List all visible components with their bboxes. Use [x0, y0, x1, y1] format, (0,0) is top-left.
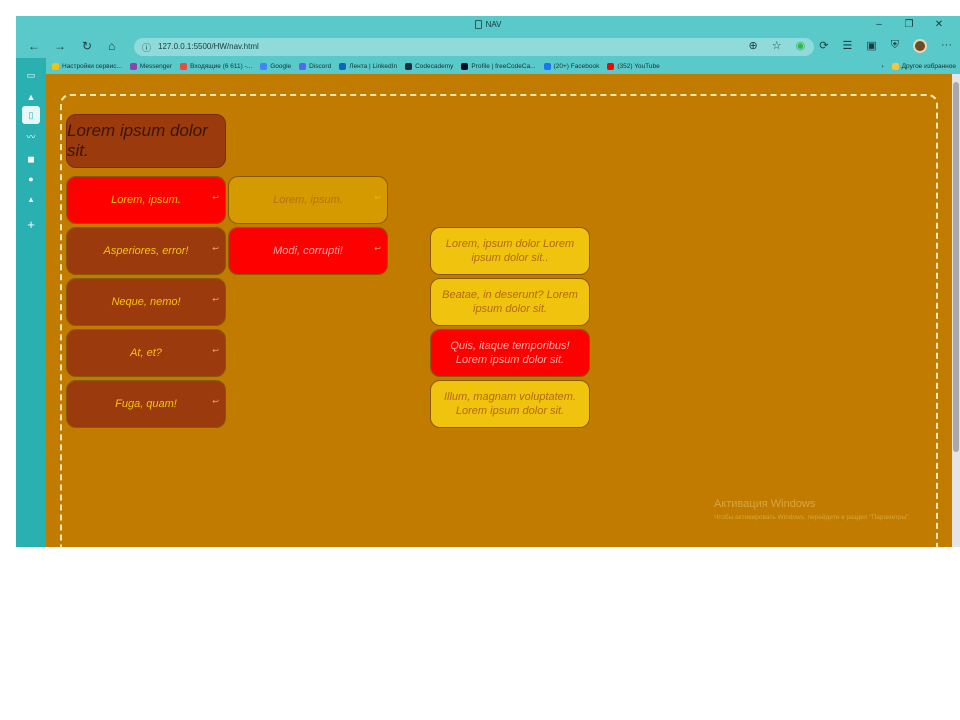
bookmarks-bar: Настройки сервис... Messenger Входящие (… — [46, 58, 960, 74]
nav-item[interactable]: Asperiores, error! ↩ — [66, 227, 226, 275]
doc-icon[interactable]: ▯ — [22, 106, 40, 124]
bookmark-icon — [461, 62, 469, 70]
bookmark-icon — [299, 62, 307, 70]
submenu-arrow-icon: ↩ — [212, 295, 219, 304]
minimize-button[interactable]: – — [864, 19, 894, 30]
windows-activation-watermark: Активация Windows Чтобы активировать Win… — [714, 498, 911, 521]
tabs-icon[interactable]: ▭ — [24, 68, 38, 82]
github-icon[interactable]: ● — [24, 172, 38, 186]
submenu-arrow-icon: ↩ — [212, 346, 219, 355]
back-button[interactable]: ← — [28, 39, 40, 53]
bookmark-icon — [52, 62, 59, 70]
url-text: 127.0.0.1:5500/HW/nav.html — [158, 42, 259, 51]
bookmark-icon — [543, 62, 551, 70]
bookmark-icon — [260, 62, 268, 70]
menu-button[interactable]: ··· — [941, 39, 952, 53]
bookmark-item[interactable]: Profile | freeCodeCa... — [461, 62, 536, 70]
extension-icon[interactable]: ◉ — [796, 39, 806, 53]
page-content: Lorem ipsum dolor sit. Lorem, ipsum. ↩ As… — [46, 74, 952, 547]
folder-icon — [891, 62, 899, 70]
sub-submenu-item[interactable]: Quis, itaque temporibus! Lorem ipsum dol… — [430, 329, 590, 377]
home-button[interactable]: ⌂ — [108, 39, 115, 53]
add-icon[interactable]: + — [24, 218, 38, 232]
bookmark-item[interactable]: Messenger — [129, 62, 172, 70]
bookmark-item[interactable]: Google — [260, 62, 291, 70]
zoom-icon[interactable]: ⊕ — [749, 39, 758, 53]
nav-item[interactable]: Lorem, ipsum. ↩ — [66, 176, 226, 224]
scrollbar-thumb[interactable] — [953, 82, 959, 452]
nav-item[interactable]: Fuga, quam! ↩ — [66, 380, 226, 428]
drive-icon[interactable]: ▴ — [24, 192, 38, 206]
submenu-arrow-icon: ↩ — [212, 397, 219, 406]
bookmark-icon — [405, 62, 413, 70]
sub-submenu-item[interactable]: Lorem, ipsum dolor Lorem ipsum dolor sit… — [430, 227, 590, 275]
address-bar[interactable]: ⓘ 127.0.0.1:5500/HW/nav.html — [134, 38, 814, 56]
bookmark-item[interactable]: Codecademy — [405, 62, 453, 70]
browser-window: NAV – ❐ ✕ ← → ↻ ⌂ ⓘ 127.0.0.1:5500/HW/na… — [16, 16, 960, 547]
window-title: NAV — [16, 20, 960, 29]
sub-submenu-item[interactable]: Illum, magnam voluptatem. Lorem ipsum do… — [430, 380, 590, 428]
submenu-item[interactable]: Modi, corrupti! ↩ — [228, 227, 388, 275]
nav-heading[interactable]: Lorem ipsum dolor sit. — [66, 114, 226, 168]
page-icon — [474, 20, 482, 29]
browser-sidebar: ▭ ▲ ▯ 〰 ◼ ● ▴ + — [16, 58, 46, 547]
shield-icon[interactable]: ⛨ — [891, 39, 899, 53]
address-bar-row: ← → ↻ ⌂ ⓘ 127.0.0.1:5500/HW/nav.html ⊕ ☆… — [16, 36, 960, 58]
chevron-right-icon[interactable]: › — [881, 63, 883, 70]
refresh-icon[interactable]: ⟳ — [819, 39, 828, 53]
title-bar: NAV – ❐ ✕ — [16, 16, 960, 36]
scrollbar[interactable] — [952, 74, 960, 547]
submenu-arrow-icon: ↩ — [374, 193, 381, 202]
info-icon[interactable]: ⓘ — [142, 41, 151, 54]
restore-button[interactable]: ❐ — [894, 19, 924, 30]
nav-item[interactable]: Neque, nemo! ↩ — [66, 278, 226, 326]
bookmark-icon — [339, 62, 347, 70]
avatar[interactable] — [913, 39, 927, 53]
bookmark-item[interactable]: Входящие (6 611) -... — [180, 62, 252, 70]
wave-icon[interactable]: 〰 — [24, 130, 38, 144]
bookmark-icon — [607, 62, 615, 70]
forward-button[interactable]: → — [54, 39, 66, 53]
reload-button[interactable]: ↻ — [82, 39, 92, 53]
messenger-icon[interactable]: ◼ — [24, 152, 38, 166]
favorite-icon[interactable]: ☆ — [772, 39, 782, 53]
submenu-arrow-icon: ↩ — [212, 193, 219, 202]
submenu-arrow-icon: ↩ — [374, 244, 381, 253]
collections-icon[interactable]: ▣ — [866, 39, 876, 53]
sub-submenu-item[interactable]: Beatae, in deserunt? Lorem ipsum dolor s… — [430, 278, 590, 326]
bookmark-icon — [129, 62, 137, 70]
profile-icon[interactable]: ▲ — [24, 90, 38, 104]
bookmark-item[interactable]: Настройки сервис... — [52, 62, 122, 70]
other-favorites[interactable]: Другое избранное — [891, 62, 956, 70]
bookmark-item[interactable]: (352) YouTube — [607, 62, 660, 70]
close-button[interactable]: ✕ — [924, 19, 954, 30]
bookmark-item[interactable]: Discord — [299, 62, 331, 70]
favorites-bar-icon[interactable]: ☰ — [842, 39, 852, 53]
bookmark-item[interactable]: Лента | LinkedIn — [339, 62, 397, 70]
nav-item[interactable]: At, et? ↩ — [66, 329, 226, 377]
bookmark-item[interactable]: (20+) Facebook — [543, 62, 599, 70]
bookmark-icon — [180, 62, 188, 70]
submenu-item[interactable]: Lorem, ipsum. ↩ — [228, 176, 388, 224]
submenu-arrow-icon: ↩ — [212, 244, 219, 253]
